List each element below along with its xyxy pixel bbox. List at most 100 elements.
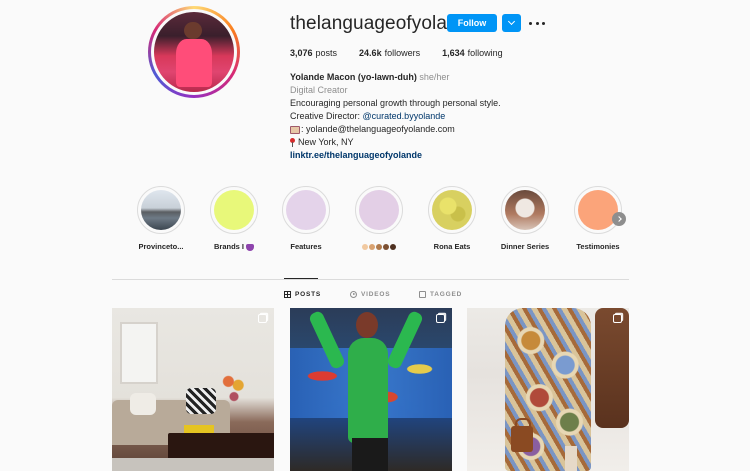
highlight-label-emoji	[344, 242, 414, 251]
tab-posts-label: POSTS	[295, 291, 322, 298]
avatar-photo	[154, 12, 234, 92]
tag-icon	[419, 291, 426, 298]
post-image-pillow	[130, 393, 156, 415]
following-label: following	[467, 48, 503, 58]
post-image-bag	[511, 418, 533, 452]
dot-icon	[535, 21, 539, 25]
highlight-cover	[432, 190, 472, 230]
highlight-provincetown[interactable]: Provinceto...	[126, 186, 196, 251]
highlight-ring	[574, 186, 622, 234]
grid-icon	[284, 291, 291, 298]
post-image-floor	[112, 458, 274, 471]
bio-external-link[interactable]: linktr.ee/thelanguageofyolande	[290, 149, 610, 162]
follow-button[interactable]: Follow	[447, 14, 497, 32]
highlight-cover	[505, 190, 545, 230]
post-image-person	[595, 308, 629, 428]
tab-videos-label: VIDEOS	[361, 291, 391, 298]
highlight-cover	[359, 190, 399, 230]
raised-fist-light-icon	[361, 244, 368, 251]
active-tab-indicator	[284, 278, 318, 279]
post-image-outfit	[348, 338, 388, 443]
profile-bio: Yolande Macon (yo-lawn-duh) she/her Digi…	[290, 71, 610, 162]
dot-icon	[542, 21, 545, 25]
highlight-ring	[501, 186, 549, 234]
tab-videos[interactable]: VIDEOS	[350, 291, 390, 298]
bio-email: : yolande@thelanguageofyolande.com	[301, 124, 455, 134]
avatar-frame	[151, 9, 237, 95]
tabs-divider	[112, 279, 629, 280]
tab-tagged-label: TAGGED	[430, 291, 463, 298]
more-options-button[interactable]	[529, 14, 545, 32]
tab-tagged[interactable]: TAGGED	[419, 291, 462, 298]
dot-icon	[529, 21, 532, 25]
highlight-brands[interactable]: Brands I	[199, 186, 269, 251]
highlight-features[interactable]: Features	[271, 186, 341, 251]
post-green-outfit[interactable]	[290, 308, 452, 471]
highlight-skin-tones[interactable]	[344, 186, 414, 251]
highlight-label: Dinner Series	[500, 242, 550, 251]
raised-fist-medium-icon	[375, 244, 382, 251]
highlight-cover	[141, 190, 181, 230]
raised-fist-medium-light-icon	[368, 244, 375, 251]
post-image-flowers	[220, 370, 248, 408]
raised-fist-dark-icon	[389, 244, 396, 251]
category-label: Digital Creator	[290, 85, 348, 95]
play-circle-icon	[350, 291, 357, 298]
chevron-right-icon	[615, 216, 622, 222]
highlight-label: Features	[290, 242, 322, 251]
post-living-room[interactable]	[112, 308, 274, 471]
highlight-cover	[578, 190, 618, 230]
post-image-window	[120, 322, 158, 384]
highlight-ring	[282, 186, 330, 234]
creative-director-label: Creative Director:	[290, 111, 363, 121]
post-image-pillow-pattern	[186, 388, 216, 414]
highlight-dinner-series[interactable]: Dinner Series	[490, 186, 560, 251]
posts-count: 3,076	[290, 48, 313, 58]
suggested-accounts-dropdown-button[interactable]	[502, 14, 521, 32]
profile-avatar[interactable]	[148, 6, 240, 98]
highlights-next-button[interactable]	[612, 212, 626, 226]
post-image-legs	[352, 438, 388, 471]
multiple-photos-icon	[436, 314, 445, 323]
highlight-label: Testimonies	[576, 242, 620, 251]
raised-fist-medium-dark-icon	[382, 244, 389, 251]
highlight-ring	[428, 186, 476, 234]
highlight-label: Brands I	[213, 242, 244, 251]
highlight-ring	[137, 186, 185, 234]
bio-text: Encouraging personal growth through pers…	[290, 98, 501, 108]
bio-location: New York, NY	[298, 137, 354, 147]
highlight-label-wrap: Brands I	[199, 242, 269, 251]
profile-stats: 3,076 posts 24.6k followers 1,634 following	[290, 48, 525, 58]
purple-heart-icon	[246, 243, 254, 251]
following-count: 1,634	[442, 48, 465, 58]
tab-posts[interactable]: POSTS	[284, 291, 321, 298]
post-image-head	[356, 312, 378, 338]
mention-link[interactable]: @curated.byyolande	[363, 111, 446, 121]
stat-following[interactable]: 1,634 following	[442, 48, 503, 58]
stat-posts: 3,076 posts	[290, 48, 337, 58]
post-image-book	[184, 425, 214, 433]
pin-icon	[290, 138, 295, 148]
highlight-label: Rona Eats	[433, 242, 471, 251]
post-patterned-dress[interactable]	[467, 308, 629, 471]
bio-name-line: Yolande Macon (yo-lawn-duh) she/her	[290, 71, 610, 84]
bio-location-line: New York, NY	[290, 136, 610, 149]
highlight-rona-eats[interactable]: Rona Eats	[417, 186, 487, 251]
highlight-cover	[286, 190, 326, 230]
followers-label: followers	[384, 48, 421, 58]
followers-count: 24.6k	[359, 48, 382, 58]
multiple-photos-icon	[258, 314, 267, 323]
posts-label: posts	[315, 48, 338, 58]
highlight-cover	[214, 190, 254, 230]
bio-email-line: : yolande@thelanguageofyolande.com	[290, 123, 610, 136]
bio-creative-director: Creative Director: @curated.byyolande	[290, 110, 610, 123]
mailbox-icon	[290, 125, 300, 134]
highlight-label: Provinceto...	[138, 242, 184, 251]
chevron-down-icon	[507, 17, 516, 26]
post-image-boot	[565, 446, 577, 471]
stat-followers[interactable]: 24.6k followers	[359, 48, 420, 58]
full-name: Yolande Macon (yo-lawn-duh)	[290, 72, 417, 82]
multiple-photos-icon	[613, 314, 622, 323]
highlight-ring	[210, 186, 258, 234]
highlight-ring	[355, 186, 403, 234]
